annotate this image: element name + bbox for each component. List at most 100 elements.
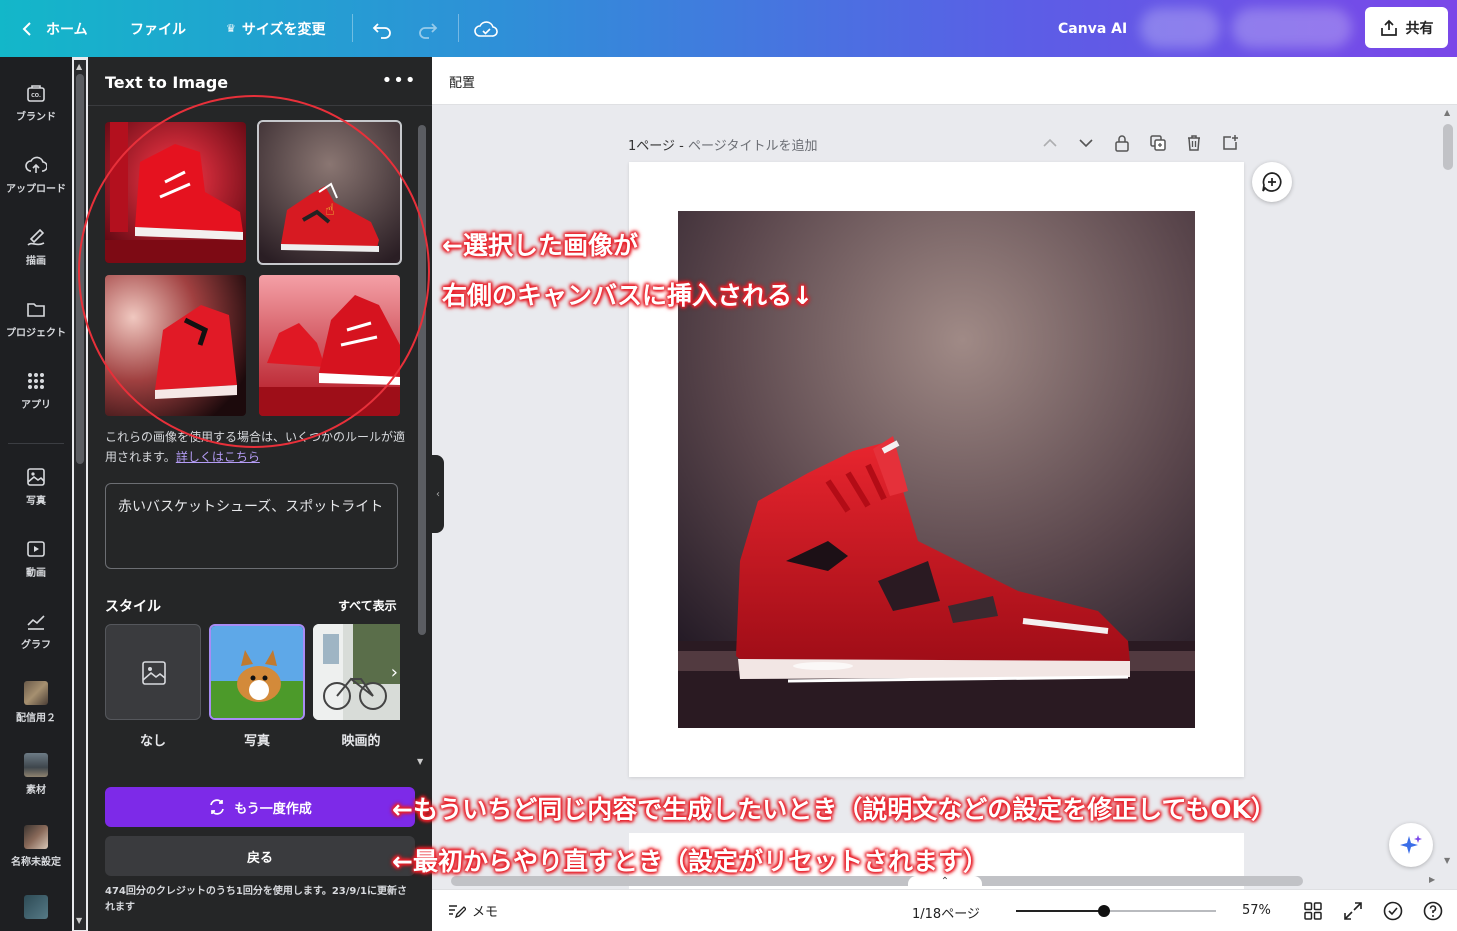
rail-item-label: ブランド (16, 111, 56, 123)
credits-notice: 474回分のクレジットのうち1回分を使用します。23/9/1に更新されます (105, 886, 407, 913)
grid-view-icon (1304, 902, 1322, 920)
resize-button[interactable]: ♛ サイズを変更 (226, 0, 325, 57)
duplicate-page-button[interactable] (1148, 133, 1168, 153)
show-pages-button[interactable]: ⌃ (908, 876, 982, 890)
learn-more-link[interactable]: 詳しくはこちら (176, 450, 260, 464)
design-thumbnail (24, 824, 48, 849)
canva-ai-button[interactable]: Canva AI (1058, 0, 1127, 57)
add-page-button[interactable] (1220, 133, 1240, 153)
blurred-toolbar-item[interactable] (1232, 8, 1352, 48)
move-page-down-button[interactable] (1076, 133, 1096, 153)
add-comment-button[interactable] (1252, 162, 1292, 202)
rail-item-charts[interactable]: グラフ (0, 599, 72, 661)
duplicate-icon (1150, 135, 1166, 151)
home-label: ホーム (46, 21, 88, 38)
rail-item-label: 素材 (26, 784, 46, 796)
zoom-slider[interactable] (1016, 910, 1216, 912)
context-toolbar: 配置 (432, 57, 1457, 105)
page-number: 1ページ - (628, 139, 688, 154)
rail-item-apps[interactable]: アプリ (0, 359, 72, 421)
brand-icon: CO. (27, 84, 45, 102)
style-section-title: スタイル (105, 599, 161, 615)
chevron-right-icon[interactable]: › (391, 662, 398, 683)
elements-thumbnail (24, 752, 48, 777)
prompt-textarea[interactable]: 赤いバスケットシューズ、スポットライト (105, 483, 398, 569)
canvas-page-1[interactable] (629, 162, 1244, 777)
back-label: 戻る (246, 850, 273, 866)
bottom-bar: メモ 1/18ページ 57% (432, 889, 1457, 931)
delete-page-button[interactable] (1184, 133, 1204, 153)
collapse-panel-button[interactable]: ‹ (432, 455, 444, 533)
rail-item-label: アプリ (21, 399, 51, 411)
chart-icon (27, 614, 45, 630)
back-button[interactable]: 戻る (105, 836, 415, 876)
rail-item-projects[interactable]: プロジェクト (0, 287, 72, 349)
grid-view-button[interactable] (1302, 900, 1324, 922)
divider (458, 14, 459, 42)
rail-item-videos[interactable]: 動画 (0, 527, 72, 589)
rail-divider (8, 443, 64, 444)
file-menu[interactable]: ファイル (130, 0, 186, 57)
scroll-down-arrow-icon[interactable]: ▼ (76, 916, 82, 925)
rail-item-brand[interactable]: CO. ブランド (0, 71, 72, 133)
fullscreen-button[interactable] (1342, 900, 1364, 922)
rail-item-upload[interactable]: アップロード (0, 143, 72, 205)
cloud-save-status[interactable] (474, 0, 498, 57)
undo-button[interactable] (372, 0, 392, 57)
magic-assistant-button[interactable] (1389, 823, 1433, 867)
rail-item-label: 写真 (26, 495, 46, 507)
notes-label: メモ (472, 905, 499, 920)
scroll-down-arrow-icon[interactable]: ▼ (1444, 856, 1450, 865)
svg-text:CO.: CO. (31, 93, 41, 99)
see-all-styles-link[interactable]: すべて表示 (338, 597, 397, 614)
rail-item-design-2[interactable]: 配信用２ (0, 671, 72, 733)
canva-ai-label: Canva AI (1058, 20, 1128, 37)
rail-item-photos[interactable]: 写真 (0, 455, 72, 517)
canvas-vscroll-thumb[interactable] (1443, 124, 1453, 170)
help-button[interactable] (1422, 900, 1444, 922)
rail-scrollbar[interactable]: ▲ ▼ (74, 60, 86, 930)
rail-item-draw[interactable]: 描画 (0, 215, 72, 277)
style-cinematic-card[interactable]: › (313, 624, 400, 720)
redo-button[interactable] (418, 0, 438, 57)
position-button[interactable]: 配置 (449, 72, 475, 91)
zoom-slider-handle[interactable] (1098, 905, 1110, 917)
scroll-up-arrow-icon[interactable]: ▲ (1444, 108, 1450, 117)
notes-button[interactable]: メモ (448, 901, 498, 920)
share-button[interactable]: 共有 (1365, 7, 1448, 48)
folder-icon (27, 302, 45, 317)
annotation-circle (78, 95, 430, 448)
scroll-down-arrow-icon[interactable]: ▼ (417, 757, 423, 766)
rail-item-elements[interactable]: 素材 (0, 743, 72, 805)
style-photo-card[interactable] (209, 624, 305, 720)
file-label: ファイル (130, 21, 186, 38)
check-circle-icon (1383, 901, 1403, 921)
move-page-up-button[interactable] (1040, 133, 1060, 153)
check-design-button[interactable] (1382, 900, 1404, 922)
scroll-right-arrow-icon[interactable]: ▶ (1429, 875, 1435, 884)
redo-icon (419, 22, 438, 39)
scroll-up-arrow-icon[interactable]: ▲ (76, 62, 82, 71)
rail-item-untitled[interactable]: 名称未設定 (0, 815, 72, 877)
zoom-level[interactable]: 57% (1242, 903, 1271, 918)
video-icon (27, 540, 45, 557)
page-title-input[interactable]: ページタイトルを追加 (688, 139, 817, 154)
style-none-card[interactable] (105, 624, 201, 720)
rail-item-label: プロジェクト (6, 327, 66, 339)
chevron-down-icon (1079, 139, 1093, 148)
upload-cloud-icon (25, 156, 47, 173)
help-icon (1423, 901, 1443, 921)
expand-icon (1344, 902, 1362, 920)
canvas-vertical-scrollbar[interactable]: ▲ ▼ (1441, 108, 1455, 870)
panel-scroll-thumb[interactable] (418, 125, 426, 635)
regenerate-button[interactable]: もう一度作成 (105, 787, 415, 827)
add-page-icon (1223, 135, 1238, 150)
lock-page-button[interactable] (1112, 133, 1132, 153)
page-counter[interactable]: 1/18ページ (912, 903, 980, 922)
style-cinematic-label: 映画的 (341, 734, 381, 749)
rail-item-more-thumb[interactable] (24, 895, 48, 919)
corgi-photo-thumbnail (211, 626, 303, 718)
home-button[interactable]: ホーム (22, 0, 88, 57)
avatar[interactable] (1140, 8, 1220, 48)
more-options-icon[interactable]: ••• (382, 67, 416, 93)
